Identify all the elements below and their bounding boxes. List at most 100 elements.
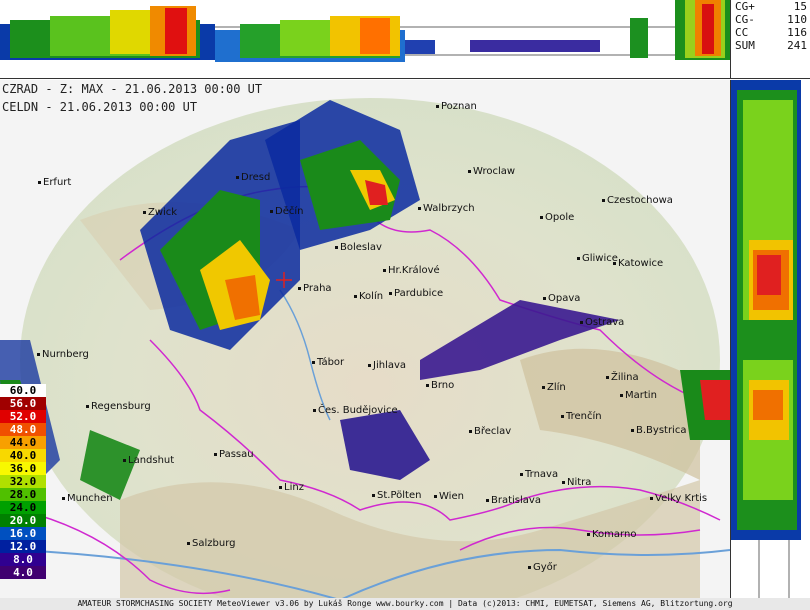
city-label: Čes. Budějovice [313,406,398,416]
city-dot-icon [434,494,437,498]
city-label: Passau [214,450,254,460]
city-dot-icon [37,352,40,356]
city-name: Passau [219,449,254,460]
lightning-product-title: CELDN - 21.06.2013 00:00 UT [2,100,198,114]
city-name: Kolín [359,291,384,302]
city-name: Zwick [148,207,178,218]
city-dot-icon [468,169,471,173]
city-name: Velky Krtis [655,493,708,504]
city-name: Győr [533,562,557,573]
city-label: Boleslav [335,243,382,253]
city-label: St.Pölten [372,491,421,501]
stat-value: 116 [787,26,807,39]
city-label: Hr.Králové [383,266,440,276]
city-dot-icon [354,294,357,298]
legend-level: 36.0 [0,462,46,475]
city-dot-icon [383,268,386,272]
city-label: Velky Krtis [650,494,707,504]
city-dot-icon [540,215,543,219]
city-dot-icon [38,180,41,184]
city-name: Erfurt [43,177,72,188]
city-dot-icon [562,480,565,484]
city-label: Katowice [613,259,663,269]
city-label: Komarno [587,530,636,540]
city-name: Munchen [67,493,113,504]
city-label: Linz [279,483,304,493]
city-name: Boleslav [340,242,382,253]
city-name: Salzburg [192,538,236,549]
legend-level: 60.0 [0,384,46,397]
city-label: Břeclav [469,427,511,437]
legend-level: 16.0 [0,527,46,540]
legend-level: 40.0 [0,449,46,462]
city-dot-icon [520,472,523,476]
stat-value: 15 [793,0,807,13]
city-label: Bratislava [486,496,541,506]
city-label: Gliwice [577,254,618,264]
stat-value: 241 [787,39,807,52]
legend-level: 48.0 [0,423,46,436]
city-name: Ostrava [585,317,625,328]
city-label: Pardubice [389,289,443,299]
stat-row-cc: CC 116 [731,26,810,39]
city-dot-icon [62,496,65,500]
city-dot-icon [469,429,472,433]
city-name: Hr.Králové [388,265,440,276]
city-label: Salzburg [187,539,235,549]
city-label: Opole [540,213,574,223]
side-cross-section [730,80,810,598]
city-name: Opole [545,212,575,223]
city-dot-icon [577,256,580,260]
city-dot-icon [86,404,89,408]
city-dot-icon [389,291,392,295]
legend-level: 52.0 [0,410,46,423]
city-name: Tábor [317,357,345,368]
legend-level: 4.0 [0,566,46,579]
city-name: Dresd [241,172,271,183]
city-name: Wroclaw [473,166,516,177]
city-dot-icon [631,428,634,432]
city-dot-icon [602,198,605,202]
stat-value: 110 [787,13,807,26]
city-dot-icon [368,363,371,367]
city-label: Zwick [143,208,177,218]
city-name: Walbrzych [423,203,475,214]
city-dot-icon [335,245,338,249]
city-label: Munchen [62,494,113,504]
city-name: B.Bystrica [636,425,687,436]
city-name: St.Pölten [377,490,422,501]
city-dot-icon [650,496,653,500]
city-label: Tábor [312,358,344,368]
radar-product-title: CZRAD - Z: MAX - 21.06.2013 00:00 UT [2,82,263,96]
city-label: Brno [426,381,454,391]
city-name: Bratislava [491,495,541,506]
city-name: Zlín [547,382,566,393]
stat-row-cgminus: CG- 110 [731,13,810,26]
city-dot-icon [236,175,239,179]
city-label: Ostrava [580,318,624,328]
legend-level: 44.0 [0,436,46,449]
city-label: Dresd [236,173,270,183]
city-label: Győr [528,563,557,573]
legend-level: 20.0 [0,514,46,527]
city-name: Martin [625,390,657,401]
city-label: Walbrzych [418,204,475,214]
legend-level: 24.0 [0,501,46,514]
city-dot-icon [543,296,546,300]
radar-map[interactable]: Poznan Wroclaw Erfurt Dresd Zwick Děčín Walbrz… [0,80,730,598]
legend-level: 8.0 [0,553,46,566]
city-label: Jihlava [368,361,406,371]
radar-map-graphic [0,98,730,598]
city-dot-icon [123,458,126,462]
stat-label: SUM [735,39,755,52]
city-name: Praha [303,283,332,294]
city-label: Nitra [562,478,591,488]
city-name: Regensburg [91,401,151,412]
legend-level: 12.0 [0,540,46,553]
city-name: Břeclav [474,426,512,437]
city-label: Opava [543,294,580,304]
stat-label: CC [735,26,749,39]
city-label: Wien [434,492,464,502]
city-name: Poznan [441,101,477,112]
city-dot-icon [486,498,489,502]
